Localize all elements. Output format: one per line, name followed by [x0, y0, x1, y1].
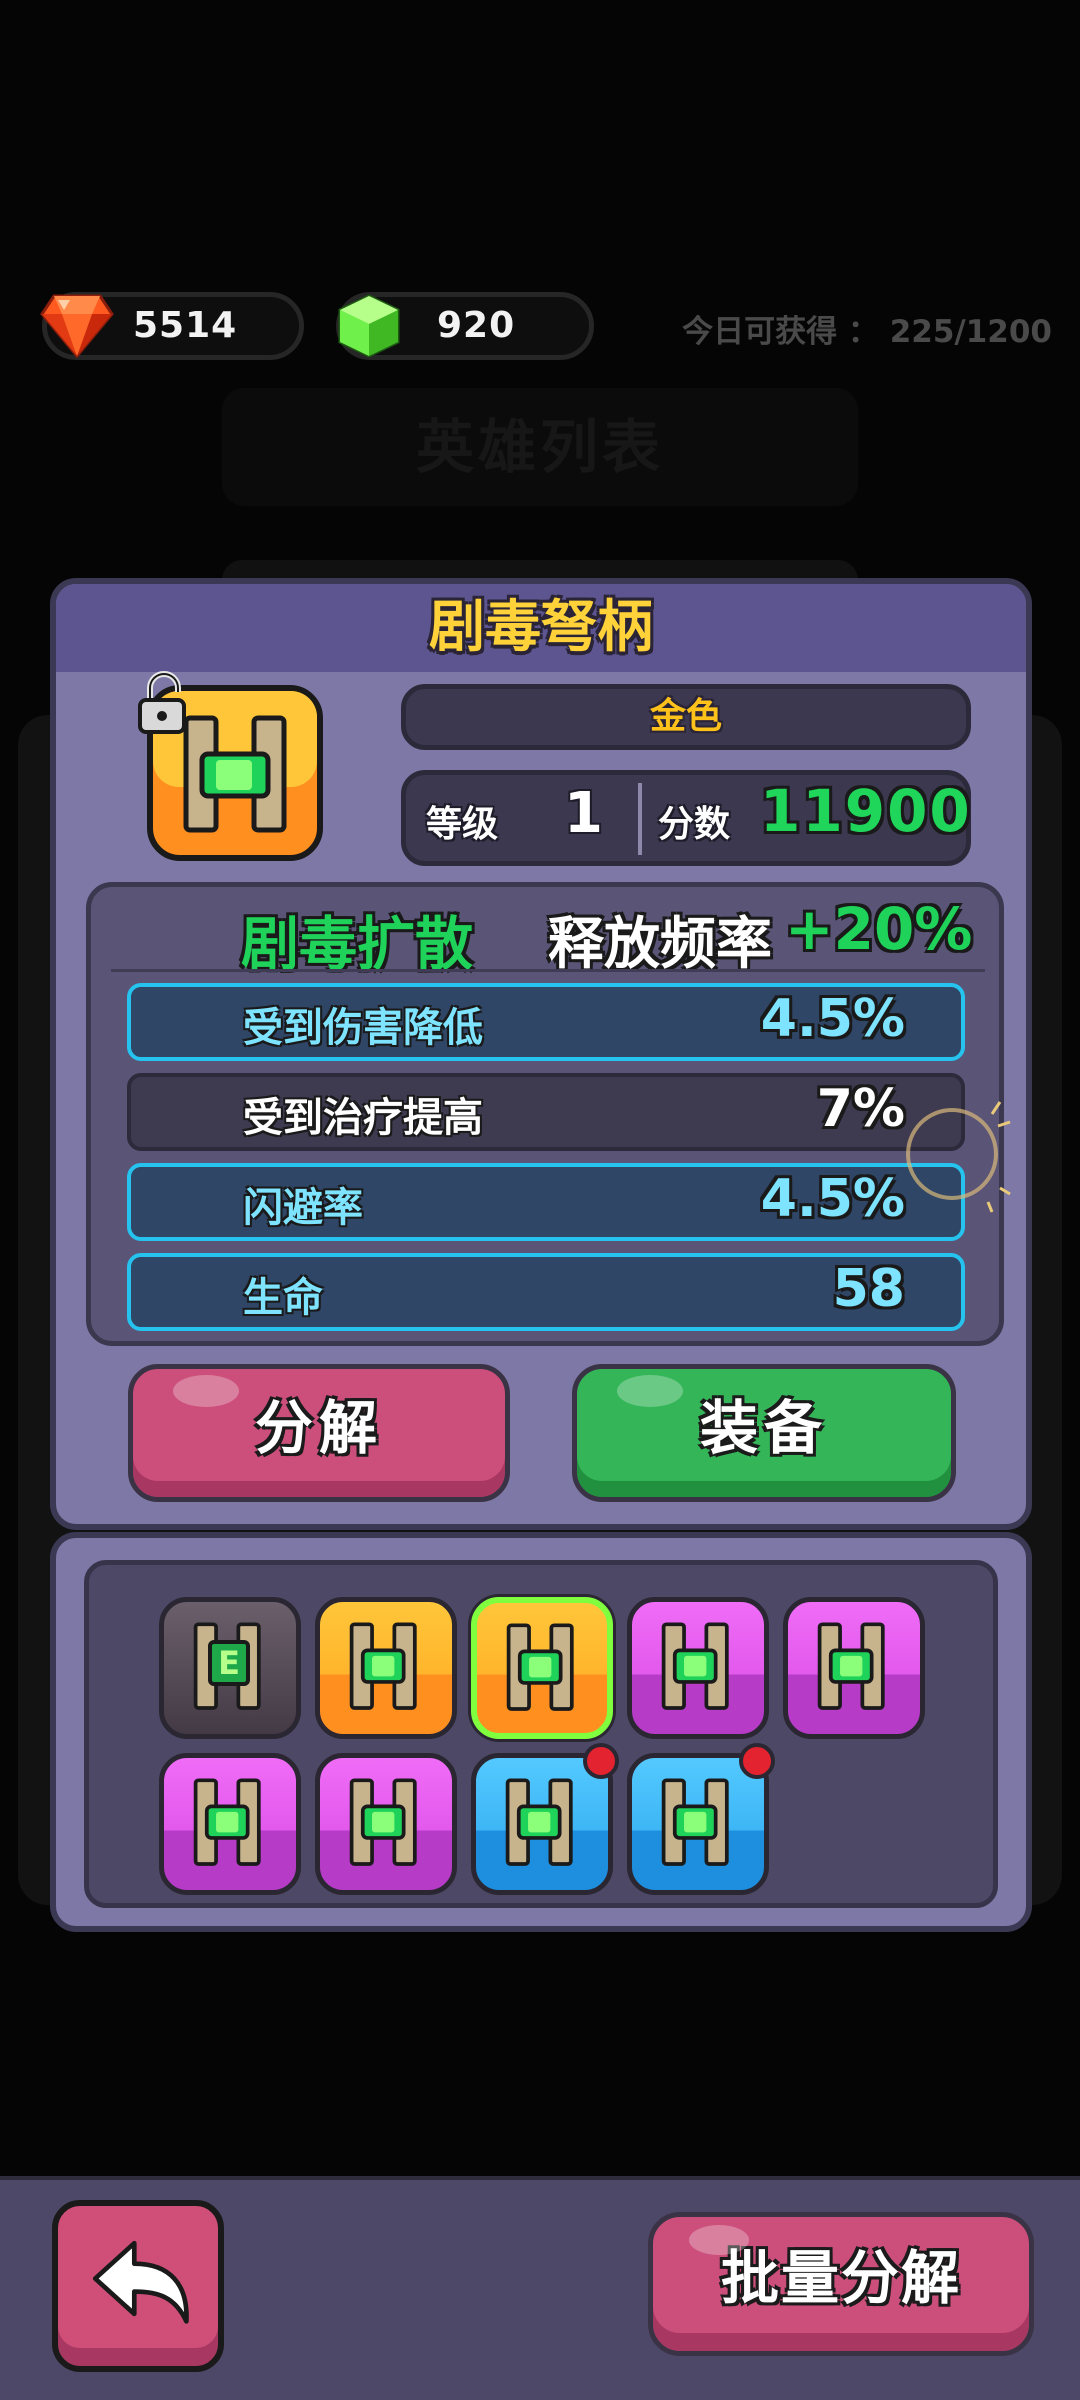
batch-decompose-label: 批量分解 — [720, 2244, 961, 2312]
daily-limit: 今日可获得 ： 225/1200 — [682, 306, 1052, 351]
skill-bonus: +20% — [785, 895, 973, 963]
daily-value: 225/1200 — [889, 314, 1052, 350]
level-score-bar: 等级 1 分数 11900 — [401, 770, 971, 866]
level-value: 1 — [564, 781, 603, 846]
stat-name: 受到治疗提高 — [243, 1095, 483, 1141]
score-label: 分数 — [658, 804, 731, 845]
background-hero-list-title: 英雄列表 — [222, 388, 858, 506]
level-label: 等级 — [426, 804, 499, 845]
effects-box: 剧毒扩散 释放频率 +20% 受到伤害降低 4.5% 受到治疗提高 7% 闪避率… — [86, 882, 1004, 1346]
inventory-slot[interactable]: E — [159, 1597, 301, 1739]
stat-name: 生命 — [243, 1275, 323, 1321]
daily-label: 今日可获得 — [682, 314, 838, 350]
batch-decompose-button[interactable]: 批量分解 — [648, 2212, 1034, 2356]
divider — [638, 783, 642, 855]
daily-separator: ： — [847, 314, 879, 350]
button-shine — [617, 1375, 683, 1407]
inventory-panel: E — [50, 1532, 1032, 1932]
back-button[interactable] — [52, 2200, 224, 2372]
stat-name: 闪避率 — [243, 1185, 363, 1231]
stat-value: 4.5% — [760, 1169, 905, 1229]
crossbow-grip-icon — [817, 1622, 885, 1710]
inventory-slot[interactable] — [471, 1597, 613, 1739]
quality-text: 金色 — [649, 696, 722, 737]
equipped-mark: E — [208, 1640, 250, 1686]
skill-attribute: 释放频率 — [548, 912, 772, 977]
crossbow-grip-icon — [661, 1778, 729, 1866]
quality-badge: 金色 — [401, 684, 971, 750]
green-cube-icon — [338, 294, 400, 358]
crossbow-grip-icon — [505, 1778, 573, 1866]
back-arrow-icon — [92, 2240, 189, 2324]
stat-value: 4.5% — [760, 989, 905, 1049]
decompose-button[interactable]: 分解 — [128, 1364, 510, 1502]
divider — [111, 969, 985, 972]
inventory-slot[interactable] — [159, 1753, 301, 1895]
gem-count: 5514 — [133, 305, 238, 346]
item-name-title: 剧毒弩柄 — [429, 595, 653, 660]
inventory-slot[interactable] — [315, 1753, 457, 1895]
crossbow-grip-icon — [349, 1778, 417, 1866]
tap-sparkle-icon — [906, 1101, 1011, 1213]
crossbow-grip-icon — [349, 1622, 417, 1710]
unlocked-padlock-icon[interactable] — [136, 670, 192, 736]
crossbow-grip-icon — [193, 1778, 261, 1866]
skill-header: 剧毒扩散 释放频率 +20% — [91, 887, 999, 978]
inventory-slot[interactable] — [783, 1597, 925, 1739]
item-detail-panel: 剧毒弩柄 金色 等级 1 分数 11900 剧毒扩散 释放频率 +20% 受到伤… — [50, 578, 1032, 1530]
equip-button[interactable]: 装备 — [572, 1364, 956, 1502]
button-shine — [173, 1375, 239, 1407]
stat-value: 7% — [816, 1079, 905, 1139]
stat-value: 58 — [832, 1259, 905, 1319]
stat-row: 生命 58 — [127, 1253, 965, 1331]
stat-row: 受到治疗提高 7% — [127, 1073, 965, 1151]
crossbow-grip-icon — [506, 1623, 574, 1711]
stat-row: 闪避率 4.5% — [127, 1163, 965, 1241]
new-item-badge — [739, 1743, 775, 1779]
inventory-slot[interactable] — [315, 1597, 457, 1739]
red-gem-icon — [40, 294, 114, 358]
inventory-slot[interactable] — [627, 1597, 769, 1739]
crossbow-grip-icon — [661, 1622, 729, 1710]
equip-label: 装备 — [699, 1394, 828, 1462]
score-value: 11900 — [760, 777, 972, 845]
cube-count: 920 — [437, 305, 516, 346]
decompose-label: 分解 — [254, 1394, 383, 1462]
button-shine — [689, 2225, 749, 2255]
stat-row: 受到伤害降低 4.5% — [127, 983, 965, 1061]
stat-name: 受到伤害降低 — [243, 1005, 483, 1051]
new-item-badge — [583, 1743, 619, 1779]
inventory-grid: E — [84, 1560, 998, 1908]
